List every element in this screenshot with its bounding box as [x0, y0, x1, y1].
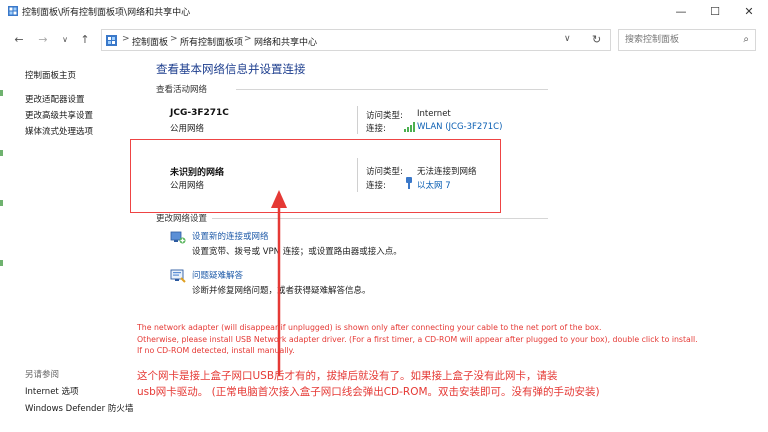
- task-description: 设置宽带、拨号或 VPN 连接；或设置路由器或接入点。: [192, 247, 402, 257]
- annotation-english-line: Otherwise, please install USB Network ad…: [137, 335, 698, 344]
- breadcrumb-all-items[interactable]: 所有控制面板项: [180, 35, 243, 48]
- access-type-value: Internet: [417, 109, 451, 119]
- sidebar-item-internet-options[interactable]: Internet 选项: [25, 385, 78, 397]
- new-connection-icon: [170, 231, 186, 244]
- page-title: 查看基本网络信息并设置连接: [156, 62, 306, 76]
- sidebar-item-home[interactable]: 控制面板主页: [25, 69, 76, 81]
- chevron-right-icon: >: [122, 34, 130, 44]
- control-panel-icon: [8, 6, 18, 16]
- refresh-icon[interactable]: ↻: [592, 33, 601, 46]
- divider: [357, 106, 358, 134]
- wlan-connection-link[interactable]: WLAN (JCG-3F271C): [417, 122, 502, 132]
- sidebar-item-adapter-settings[interactable]: 更改适配器设置: [25, 93, 85, 105]
- search-box[interactable]: ⌕: [618, 29, 756, 51]
- address-dropdown-icon[interactable]: ∨: [564, 34, 571, 44]
- back-button[interactable]: ←: [10, 30, 28, 48]
- sidebar: 控制面板主页 更改适配器设置 更改高级共享设置 媒体流式处理选项 另请参阅 In…: [0, 58, 145, 432]
- sidebar-item-advanced-sharing[interactable]: 更改高级共享设置: [25, 109, 93, 121]
- divider: [236, 89, 548, 90]
- maximize-button[interactable]: ☐: [698, 0, 732, 22]
- chevron-right-icon[interactable]: >: [170, 34, 178, 44]
- highlight-box: [130, 139, 501, 213]
- connection-label: 连接:: [366, 124, 386, 134]
- search-input[interactable]: [625, 33, 733, 47]
- see-also-heading: 另请参阅: [25, 370, 60, 380]
- troubleshoot-icon: [170, 269, 186, 283]
- recent-locations-button[interactable]: ∨: [56, 30, 74, 48]
- breadcrumb-control-panel[interactable]: 控制面板: [132, 35, 168, 48]
- search-icon[interactable]: ⌕: [743, 34, 749, 45]
- minimize-button[interactable]: —: [664, 0, 698, 22]
- troubleshoot-link[interactable]: 问题疑难解答: [192, 269, 243, 281]
- breadcrumb-network-center[interactable]: 网络和共享中心: [254, 35, 317, 48]
- change-settings-heading: 更改网络设置: [156, 214, 208, 224]
- annotation-english-line: The network adapter (will disappear if u…: [137, 323, 602, 332]
- annotation-english-line: If no CD-ROM detected, install manually.: [137, 346, 295, 355]
- forward-button[interactable]: →: [34, 30, 52, 48]
- setup-new-connection-link[interactable]: 设置新的连接或网络: [192, 230, 269, 242]
- active-networks-heading: 查看活动网络: [156, 85, 208, 95]
- chevron-right-icon[interactable]: >: [244, 34, 252, 44]
- network-name: JCG-3F271C: [170, 108, 229, 118]
- up-button[interactable]: ↑: [76, 30, 94, 48]
- annotation-chinese-line: usb网卡驱动。 (正常电脑首次接入盒子网口线会弹出CD-ROM。双击安装即可。…: [137, 386, 600, 398]
- sidebar-item-media-streaming[interactable]: 媒体流式处理选项: [25, 125, 93, 137]
- wifi-signal-icon: [404, 122, 415, 132]
- divider: [212, 218, 548, 219]
- annotation-chinese-line: 这个网卡是接上盒子网口USB后才有的，拔掉后就没有了。如果接上盒子没有此网卡，请…: [137, 370, 558, 382]
- control-panel-icon: [106, 35, 117, 46]
- title-bar: 控制面板\所有控制面板项\网络和共享中心 — ☐ ✕: [0, 0, 768, 22]
- address-bar[interactable]: > 控制面板 > 所有控制面板项 > 网络和共享中心 ∨ ↻: [101, 29, 611, 51]
- close-button[interactable]: ✕: [732, 0, 766, 22]
- sidebar-item-firewall[interactable]: Windows Defender 防火墙: [25, 402, 133, 414]
- access-type-label: 访问类型:: [366, 111, 403, 121]
- network-category[interactable]: 公用网络: [170, 122, 204, 134]
- window-title: 控制面板\所有控制面板项\网络和共享中心: [22, 8, 191, 18]
